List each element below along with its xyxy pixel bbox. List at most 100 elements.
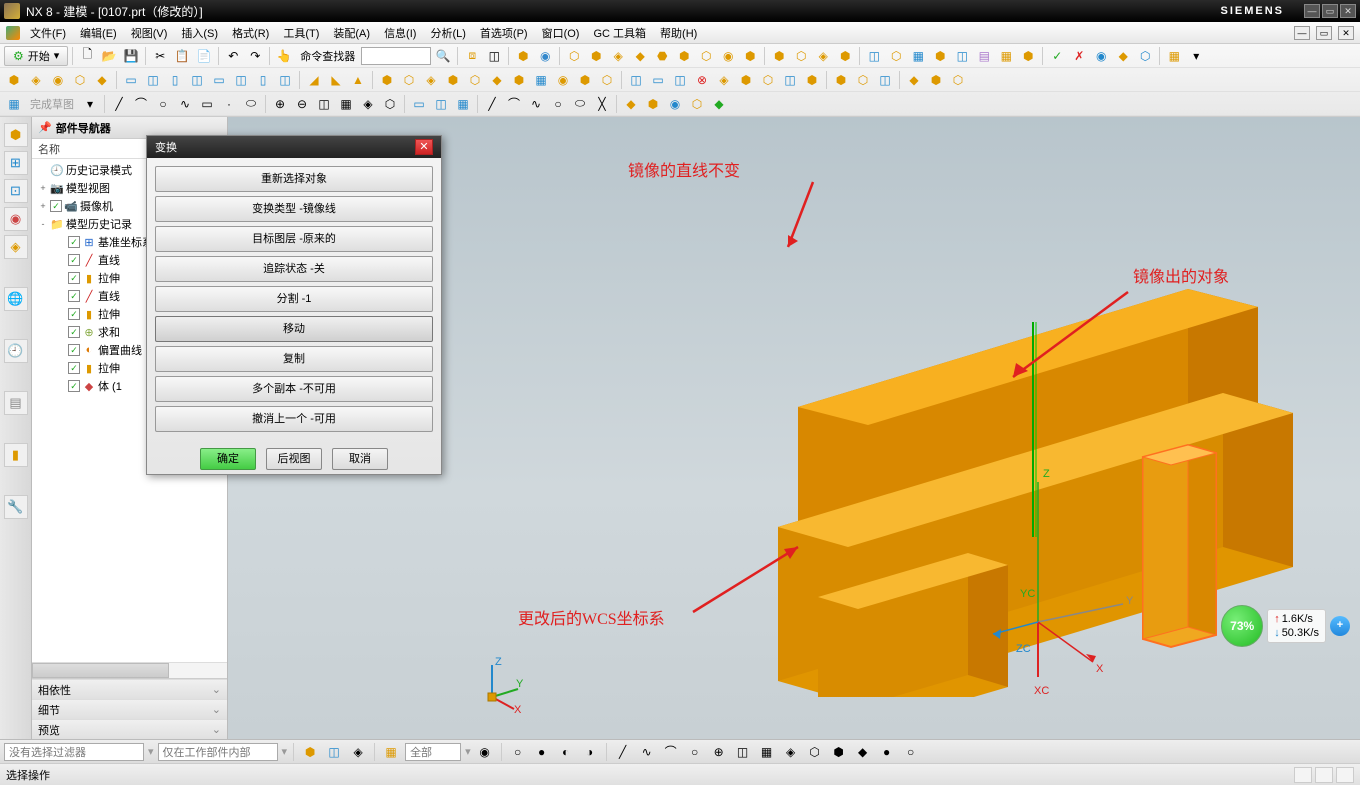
tb-icon[interactable]: ⬡ xyxy=(886,46,906,66)
dialog-option-button[interactable]: 多个副本 -不可用 xyxy=(155,376,433,402)
tb-icon[interactable]: ◐ xyxy=(556,742,576,762)
mdi-restore-button[interactable]: ▭ xyxy=(1316,26,1332,40)
tb-icon[interactable]: ╱ xyxy=(482,94,502,114)
nav-constraint-icon[interactable]: ⊡ xyxy=(4,179,28,203)
tb-icon[interactable]: ⬢ xyxy=(513,46,533,66)
tb-icon[interactable]: ⬢ xyxy=(769,46,789,66)
tb-icon[interactable]: ⬢ xyxy=(926,70,946,90)
dialog-option-button[interactable]: 目标图层 -原来的 xyxy=(155,226,433,252)
nav-system-icon[interactable]: ▮ xyxy=(4,443,28,467)
tb-icon[interactable]: ▦ xyxy=(996,46,1016,66)
tb-icon[interactable]: ▤ xyxy=(974,46,994,66)
checkbox-icon[interactable]: ✓ xyxy=(68,380,80,392)
mdi-close-button[interactable]: ✕ xyxy=(1338,26,1354,40)
point-icon[interactable]: · xyxy=(219,94,239,114)
tb-icon[interactable]: ○ xyxy=(685,742,705,762)
tb-icon[interactable]: ⬢ xyxy=(740,46,760,66)
tb-icon[interactable]: ▦ xyxy=(531,70,551,90)
tb-icon[interactable]: ◫ xyxy=(143,70,163,90)
view-icon[interactable]: ◫ xyxy=(484,46,504,66)
tb-icon[interactable]: ⬢ xyxy=(586,46,606,66)
tb-icon[interactable]: ▦ xyxy=(336,94,356,114)
menu-insert[interactable]: 插入(S) xyxy=(177,23,222,43)
nav-assembly-icon[interactable]: ⊞ xyxy=(4,151,28,175)
dialog-option-button[interactable]: 移动 xyxy=(155,316,433,342)
tb-icon[interactable]: ◈ xyxy=(608,46,628,66)
expand-icon[interactable]: + xyxy=(38,201,48,211)
tb-icon[interactable]: ▭ xyxy=(209,70,229,90)
tb-icon[interactable]: ⬡ xyxy=(948,70,968,90)
tb-icon[interactable]: ◫ xyxy=(187,70,207,90)
tb-icon[interactable]: ⬢ xyxy=(1018,46,1038,66)
tb-icon[interactable]: ⬡ xyxy=(791,46,811,66)
status-icon[interactable] xyxy=(1294,767,1312,783)
tb-icon[interactable]: ◫ xyxy=(314,94,334,114)
tb-icon[interactable]: ⬡ xyxy=(70,70,90,90)
tb-icon[interactable]: ⬢ xyxy=(831,70,851,90)
tb-icon[interactable]: ◫ xyxy=(626,70,646,90)
touch-icon[interactable]: 👆 xyxy=(274,46,294,66)
dialog-ok-button[interactable]: 确定 xyxy=(200,448,256,470)
tb-icon[interactable]: ○ xyxy=(901,742,921,762)
network-widget[interactable]: 73% 1.6K/s 50.3K/s + xyxy=(1221,605,1350,647)
tb-icon[interactable]: ◆ xyxy=(621,94,641,114)
open-icon[interactable]: 📂 xyxy=(99,46,119,66)
copy-icon[interactable]: 📋 xyxy=(172,46,192,66)
tb-icon[interactable]: ◆ xyxy=(853,742,873,762)
nav-hscroll[interactable] xyxy=(32,662,227,678)
tb-icon[interactable]: ⬡ xyxy=(564,46,584,66)
nav-reuse-icon[interactable]: ◉ xyxy=(4,207,28,231)
checkbox-icon[interactable]: ✓ xyxy=(50,200,62,212)
tb-icon[interactable]: ◫ xyxy=(780,70,800,90)
tb-icon[interactable]: ✓ xyxy=(1047,46,1067,66)
tb-icon[interactable]: ◉ xyxy=(535,46,555,66)
tb-icon[interactable]: ◉ xyxy=(718,46,738,66)
tb-icon[interactable]: ○ xyxy=(508,742,528,762)
tb-icon[interactable]: ⬡ xyxy=(597,70,617,90)
tb-icon[interactable]: ◈ xyxy=(781,742,801,762)
undo-icon[interactable]: ↶ xyxy=(223,46,243,66)
line-icon[interactable]: ╱ xyxy=(109,94,129,114)
tb-icon[interactable]: ▦ xyxy=(1164,46,1184,66)
tb-icon[interactable]: ▯ xyxy=(165,70,185,90)
menu-analysis[interactable]: 分析(L) xyxy=(426,23,469,43)
tb-icon[interactable]: ⬣ xyxy=(652,46,672,66)
dialog-option-button[interactable]: 追踪状态 -关 xyxy=(155,256,433,282)
tb-icon[interactable]: ✗ xyxy=(1069,46,1089,66)
cut-icon[interactable]: ✂ xyxy=(150,46,170,66)
checkbox-icon[interactable]: ✓ xyxy=(68,236,80,248)
tb-icon[interactable]: ▯ xyxy=(253,70,273,90)
dialog-option-button[interactable]: 复制 xyxy=(155,346,433,372)
accordion-dependency[interactable]: 相依性⌄ xyxy=(32,679,227,699)
dialog-option-button[interactable]: 变换类型 -镜像线 xyxy=(155,196,433,222)
tb-icon[interactable]: ⬡ xyxy=(465,70,485,90)
tb-icon[interactable]: ▦ xyxy=(757,742,777,762)
tb-icon[interactable]: ◉ xyxy=(665,94,685,114)
tb-icon[interactable]: ◫ xyxy=(275,70,295,90)
rect-icon[interactable]: ▭ xyxy=(197,94,217,114)
maximize-button[interactable]: ▭ xyxy=(1322,4,1338,18)
tb-icon[interactable]: ◫ xyxy=(875,70,895,90)
tb-icon[interactable]: ⬢ xyxy=(674,46,694,66)
menu-prefs[interactable]: 首选项(P) xyxy=(476,23,532,43)
filter-all-select[interactable]: 全部 xyxy=(405,743,461,761)
new-icon[interactable]: 🗋 xyxy=(77,46,97,66)
net-plus-button[interactable]: + xyxy=(1330,616,1350,636)
circle-icon[interactable]: ○ xyxy=(153,94,173,114)
tb-icon[interactable]: ◉ xyxy=(48,70,68,90)
tb-icon[interactable]: ◉ xyxy=(1091,46,1111,66)
close-button[interactable]: ✕ xyxy=(1340,4,1356,18)
tb-icon[interactable]: ∿ xyxy=(637,742,657,762)
tb-icon[interactable]: ◆ xyxy=(92,70,112,90)
tb-icon[interactable]: ⊖ xyxy=(292,94,312,114)
tb-icon[interactable]: ⬢ xyxy=(509,70,529,90)
accordion-detail[interactable]: 细节⌄ xyxy=(32,699,227,719)
tb-icon[interactable]: ⬡ xyxy=(380,94,400,114)
tb-icon[interactable]: ◫ xyxy=(952,46,972,66)
nav-tool-icon[interactable]: 🔧 xyxy=(4,495,28,519)
tb-icon[interactable]: ◆ xyxy=(709,94,729,114)
tb-icon[interactable]: ◉ xyxy=(553,70,573,90)
tb-icon[interactable]: ▭ xyxy=(648,70,668,90)
menu-view[interactable]: 视图(V) xyxy=(127,23,172,43)
start-button[interactable]: ⚙开始▾ xyxy=(4,46,68,66)
